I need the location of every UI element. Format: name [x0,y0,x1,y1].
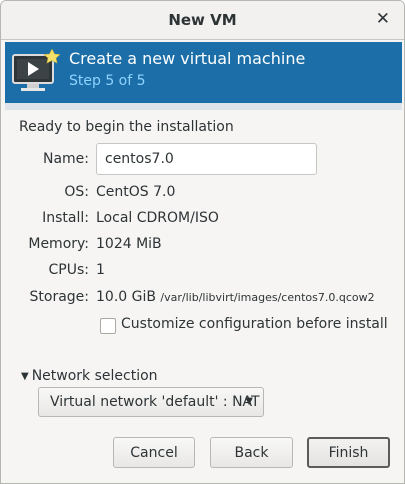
storage-label: Storage: [29,289,90,305]
back-button[interactable]: Back [210,437,293,468]
network-source-dropdown[interactable]: Virtual network 'default' : NAT ▼ [38,387,264,417]
storage-value: 10.0 GiB /var/lib/libvirt/images/centos7… [96,289,375,305]
wizard-step: Step 5 of 5 [69,73,146,89]
new-vm-dialog: New VM ✕ Create a new virtual machine St… [0,0,405,484]
install-value: Local CDROM/ISO [96,210,219,226]
os-value: CentOS 7.0 [96,184,176,200]
close-icon[interactable]: ✕ [376,9,390,29]
triangle-down-icon: ▼ [21,371,29,382]
cpus-value: 1 [96,262,105,278]
customize-checkbox[interactable] [100,318,116,334]
name-label: Name: [42,151,89,167]
network-source-value: Virtual network 'default' : NAT [50,394,260,410]
os-label: OS: [64,184,89,200]
customize-label[interactable]: Customize configuration before install [121,316,388,332]
wizard-header: Create a new virtual machine Step 5 of 5 [5,42,402,103]
storage-path: /var/lib/libvirt/images/centos7.0.qcow2 [160,291,375,304]
wizard-heading: Create a new virtual machine [69,49,306,68]
cancel-button[interactable]: Cancel [113,437,195,468]
finish-button[interactable]: Finish [307,437,390,468]
memory-label: Memory: [28,236,89,252]
network-selection-label: Network selection [31,368,158,384]
install-label: Install: [42,210,89,226]
new-vm-monitor-icon [12,49,60,91]
titlebar: New VM ✕ [1,1,404,40]
storage-size: 10.0 GiB [96,289,156,305]
header-separator [5,103,402,110]
section-title: Ready to begin the installation [19,119,234,135]
window-title: New VM [168,11,237,29]
vm-name-input[interactable] [96,143,317,175]
network-selection-expander[interactable]: ▼ Network selection [21,368,158,384]
memory-value: 1024 MiB [96,236,162,252]
cpus-label: CPUs: [48,262,89,278]
chevron-down-icon: ▼ [245,396,253,407]
